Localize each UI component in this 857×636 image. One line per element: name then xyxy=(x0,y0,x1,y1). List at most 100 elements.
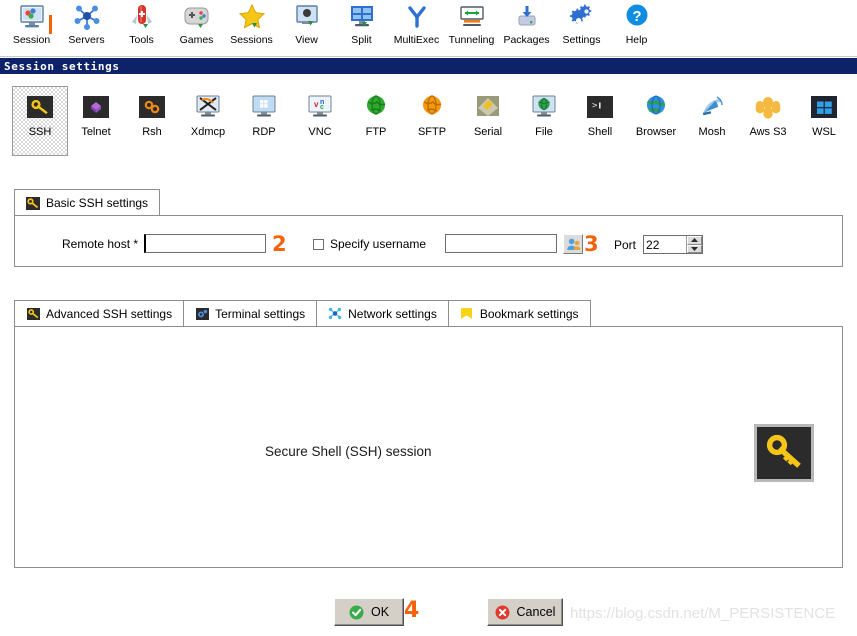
servers-icon xyxy=(72,3,102,32)
page-title: Session settings xyxy=(4,59,120,73)
toolbar-item-games[interactable]: Games xyxy=(169,0,224,46)
main-toolbar: Session Servers Tools Games Sessions Vie… xyxy=(0,0,857,57)
tab-label: Advanced SSH settings xyxy=(46,306,173,321)
session-type-rdp[interactable]: RDP xyxy=(236,86,292,156)
session-type-mosh[interactable]: Mosh xyxy=(684,86,740,156)
toolbar-item-label: MultiExec xyxy=(393,34,440,46)
session-type-ssh[interactable]: SSH xyxy=(12,86,68,156)
tab-network-settings[interactable]: Network settings xyxy=(316,300,449,326)
session-type-file[interactable]: File xyxy=(516,86,572,156)
toolbar-item-view[interactable]: View xyxy=(279,0,334,46)
session-type-label: Xdmcp xyxy=(190,126,226,138)
tools-icon xyxy=(127,3,157,32)
settings-tabstrip: Advanced SSH settings Terminal settings xyxy=(14,300,591,326)
toolbar-item-label: Games xyxy=(179,34,214,46)
specify-username-checkbox[interactable] xyxy=(313,238,324,250)
file-icon xyxy=(529,94,559,120)
specify-username-row: Specify username xyxy=(313,237,426,251)
toolbar-item-label: Help xyxy=(625,34,648,46)
tab-label: Terminal settings xyxy=(215,306,306,321)
tunneling-icon xyxy=(457,3,487,32)
tab-label: Basic SSH settings xyxy=(46,196,149,210)
sftp-icon xyxy=(417,94,447,120)
session-type-label: WSL xyxy=(812,126,836,138)
port-stepper[interactable] xyxy=(643,235,704,254)
check-circle-icon xyxy=(349,605,364,620)
port-spin-up[interactable] xyxy=(687,236,703,245)
toolbar-item-settings[interactable]: Settings xyxy=(554,0,609,46)
session-type-label: Serial xyxy=(473,126,503,138)
wsl-icon xyxy=(809,94,839,120)
shell-icon: > xyxy=(585,94,615,120)
session-type-label: Browser xyxy=(635,126,677,138)
user-picker-button[interactable] xyxy=(563,234,583,254)
session-type-strip: SSH Telnet Rsh Xdmcp RDP v n c VNC FTP S… xyxy=(0,86,857,162)
toolbar-item-tools[interactable]: Tools xyxy=(114,0,169,46)
view-icon xyxy=(292,3,322,32)
session-settings-dialog: Session Servers Tools Games Sessions Vie… xyxy=(0,0,857,636)
ssh-key-icon xyxy=(26,307,40,321)
session-type-browser[interactable]: Browser xyxy=(628,86,684,156)
serial-icon xyxy=(473,94,503,120)
annotation-4-marker: 4 xyxy=(404,598,420,623)
toolbar-item-label: Split xyxy=(351,34,372,46)
toolbar-item-label: View xyxy=(295,34,318,46)
toolbar-item-label: Tunneling xyxy=(448,34,495,46)
session-type-xdmcp[interactable]: Xdmcp xyxy=(180,86,236,156)
session-type-label: Shell xyxy=(587,126,613,138)
session-type-label: SSH xyxy=(28,126,52,138)
remote-host-label: Remote host * xyxy=(62,236,139,251)
ok-button[interactable]: OK xyxy=(334,598,404,626)
rsh-icon xyxy=(137,94,167,120)
toolbar-item-tunneling[interactable]: Tunneling xyxy=(444,0,499,46)
tab-bookmark-settings[interactable]: Bookmark settings xyxy=(447,300,591,326)
toolbar-item-multiexec[interactable]: MultiExec xyxy=(389,0,444,46)
tab-basic-ssh-settings[interactable]: Basic SSH settings xyxy=(14,189,161,216)
session-type-vnc[interactable]: v n c VNC xyxy=(292,86,348,156)
ssh-key-icon xyxy=(26,196,40,210)
games-icon xyxy=(182,3,212,32)
cancel-button[interactable]: Cancel xyxy=(487,598,563,626)
session-type-ftp[interactable]: FTP xyxy=(348,86,404,156)
session-type-rsh[interactable]: Rsh xyxy=(124,86,180,156)
session-type-serial[interactable]: Serial xyxy=(460,86,516,156)
port-spin-buttons[interactable] xyxy=(686,236,703,253)
remote-host-input[interactable] xyxy=(144,234,267,253)
rdp-icon xyxy=(249,94,279,120)
session-type-label: VNC xyxy=(308,126,332,138)
aws-s3-icon xyxy=(753,94,783,120)
toolbar-item-help[interactable]: ? Help xyxy=(609,0,664,46)
session-type-label: Rsh xyxy=(142,126,162,138)
tab-terminal-settings[interactable]: Terminal settings xyxy=(183,300,318,326)
basic-settings-tabstrip: Basic SSH settings xyxy=(14,189,161,216)
port-spin-down[interactable] xyxy=(687,244,703,253)
session-type-sftp[interactable]: SFTP xyxy=(404,86,460,156)
session-type-label: FTP xyxy=(365,126,387,138)
svg-text:c: c xyxy=(320,104,324,111)
port-input[interactable] xyxy=(644,236,687,253)
remote-host-row: Remote host * xyxy=(62,234,267,253)
svg-text:>: > xyxy=(592,101,598,111)
specify-username-label: Specify username xyxy=(330,237,427,251)
annotation-1-marker xyxy=(49,15,52,34)
session-type-wsl[interactable]: WSL xyxy=(796,86,852,156)
session-description-text: Secure Shell (SSH) session xyxy=(265,444,432,459)
toolbar-item-servers[interactable]: Servers xyxy=(59,0,114,46)
sessions-star-icon xyxy=(237,3,267,32)
bookmark-icon xyxy=(460,307,474,321)
toolbar-item-packages[interactable]: Packages xyxy=(499,0,554,46)
annotation-2-marker: 2 xyxy=(272,232,287,256)
toolbar-item-split[interactable]: Split xyxy=(334,0,389,46)
ssh-key-icon xyxy=(25,94,55,120)
mosh-icon xyxy=(697,94,727,120)
ftp-icon xyxy=(361,94,391,120)
session-type-aws-s3[interactable]: Aws S3 xyxy=(740,86,796,156)
username-input[interactable] xyxy=(445,234,557,253)
terminal-gear-icon xyxy=(195,307,209,321)
toolbar-item-sessions[interactable]: Sessions xyxy=(224,0,279,46)
session-type-telnet[interactable]: Telnet xyxy=(68,86,124,156)
packages-icon xyxy=(512,3,542,32)
tab-advanced-ssh-settings[interactable]: Advanced SSH settings xyxy=(14,300,185,326)
session-type-shell[interactable]: > Shell xyxy=(572,86,628,156)
toolbar-item-label: Settings xyxy=(562,34,601,46)
